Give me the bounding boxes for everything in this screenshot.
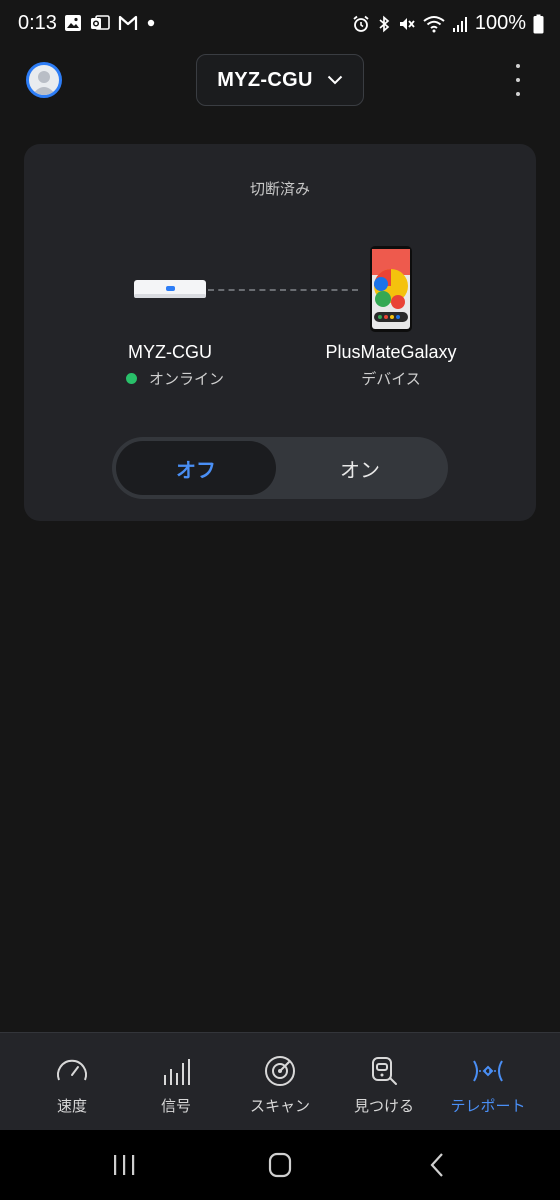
nav-label-find: 見つける [353, 1098, 414, 1115]
router-status: オンライン [126, 368, 224, 389]
router-status-label: オンライン [149, 371, 225, 388]
signal-icon [452, 16, 467, 32]
mute-icon [399, 17, 415, 30]
status-left-icons [64, 14, 156, 32]
home-icon[interactable] [260, 1150, 300, 1180]
more-dot-icon [516, 78, 520, 82]
connection-status: 切断済み [249, 181, 310, 198]
nav-label-speed: 速度 [56, 1098, 87, 1115]
toggle-off-option[interactable]: オフ [116, 441, 276, 495]
gallery-icon [65, 15, 81, 31]
speedometer-icon [57, 1059, 87, 1081]
status-right: 100% [352, 12, 544, 35]
recent-apps-icon[interactable] [104, 1150, 144, 1180]
router-name: MYZ-CGU [128, 342, 212, 362]
teleport-toggle[interactable]: オフ オン [112, 437, 448, 499]
radar-icon [265, 1056, 295, 1086]
battery-icon [533, 14, 544, 33]
online-status-dot-icon [126, 373, 137, 384]
gmail-icon [118, 15, 138, 30]
dot-icon [147, 19, 155, 27]
phone-device-icon [370, 246, 412, 332]
router-device-icon [134, 280, 206, 298]
outlook-icon [91, 15, 110, 30]
nav-label-teleport: テレポート [450, 1098, 526, 1115]
nav-label-signal: 信号 [160, 1098, 191, 1115]
client-device-subtitle: デバイス [361, 371, 421, 388]
more-dot-icon [516, 92, 520, 96]
signal-bars-icon [164, 1059, 190, 1085]
bluetooth-icon [379, 15, 390, 32]
nav-item-scan[interactable]: スキャン [228, 1033, 332, 1131]
more-dot-icon [516, 64, 520, 68]
app-header: MYZ-CGU [0, 50, 560, 112]
teleport-icon [473, 1060, 503, 1082]
chevron-down-icon [327, 75, 342, 85]
battery-text: 100% [474, 12, 526, 34]
bottom-nav: 速度 信号 スキャン 見つける テレポート [0, 1032, 560, 1131]
client-device-name: PlusMateGalaxy [325, 342, 457, 362]
nav-label-scan: スキャン [249, 1098, 310, 1115]
device-selector[interactable]: MYZ-CGU [196, 54, 364, 106]
connection-card: 切断済み MYZ-CGU オンライン PlusMateGalaxy デバイス オ… [24, 144, 536, 521]
connection-line [208, 289, 358, 291]
nav-item-signal[interactable]: 信号 [124, 1033, 228, 1131]
device-selector-label: MYZ-CGU [217, 68, 313, 91]
more-options-button[interactable] [506, 64, 530, 96]
back-icon[interactable] [418, 1150, 458, 1180]
find-device-icon [372, 1057, 397, 1085]
status-time: 0:13 [18, 12, 57, 34]
toggle-on-option[interactable]: オン [276, 441, 444, 495]
system-nav-bar [0, 1130, 560, 1200]
avatar[interactable] [26, 62, 62, 98]
nav-item-find[interactable]: 見つける [332, 1033, 436, 1131]
wifi-icon [423, 15, 445, 32]
alarm-icon [353, 15, 369, 32]
user-icon [32, 71, 56, 95]
nav-item-speed[interactable]: 速度 [20, 1033, 124, 1131]
nav-item-teleport[interactable]: テレポート [436, 1033, 540, 1131]
status-bar: 0:13 100% [0, 0, 560, 50]
